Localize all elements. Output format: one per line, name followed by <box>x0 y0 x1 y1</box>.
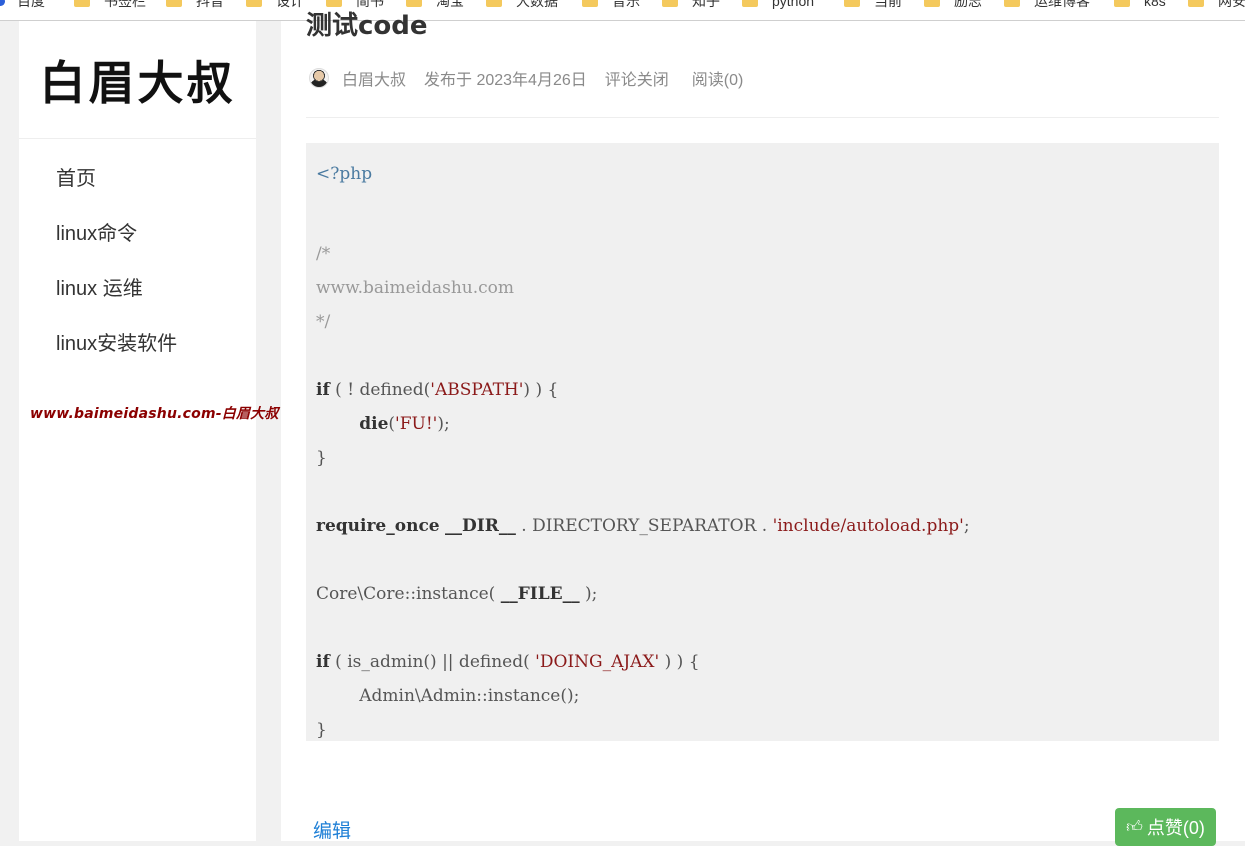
edit-link[interactable]: 编辑 <box>313 816 351 843</box>
code-line: www.baimeidashu.com <box>316 278 515 298</box>
folder-icon <box>844 0 860 7</box>
site-logo[interactable]: 白眉大叔 <box>19 21 256 139</box>
bookmark-folder[interactable]: 书签栏 <box>74 0 146 11</box>
bookmark-folder[interactable]: 当前 <box>844 0 902 11</box>
code-block: <?php /* www.baimeidashu.com */ if ( ! d… <box>306 143 1219 741</box>
thumbs-up-icon: 👍︎ <box>1126 818 1143 836</box>
nav-item-linux-commands[interactable]: linux命令 <box>56 216 177 271</box>
bookmark-baidu[interactable]: 百度 <box>0 0 45 11</box>
author-avatar[interactable] <box>309 68 329 88</box>
folder-icon <box>486 0 502 7</box>
bookmark-folder[interactable]: 大数据 <box>486 0 558 11</box>
post-comments-status: 评论关闭 <box>604 72 669 89</box>
code-line: /* <box>316 244 331 264</box>
bookmark-folder[interactable]: python <box>742 0 814 11</box>
folder-icon <box>1004 0 1020 7</box>
site-watermark: www.baimeidashu.com-白眉大叔 <box>30 406 279 422</box>
folder-icon <box>1188 0 1204 7</box>
folder-icon <box>74 0 90 7</box>
code-line: <?php <box>316 164 373 184</box>
folder-icon <box>166 0 182 7</box>
code-line: require_once __DIR__ . DIRECTORY_SEPARAT… <box>316 516 970 536</box>
nav-item-linux-software[interactable]: linux安装软件 <box>56 326 177 381</box>
post-author[interactable]: 白眉大叔 <box>342 66 406 90</box>
bookmark-folder[interactable]: 网安 <box>1188 0 1245 11</box>
like-button[interactable]: 👍︎ 点赞(0) <box>1115 808 1216 846</box>
folder-icon <box>742 0 758 7</box>
code-line: die('FU!'); <box>359 414 450 434</box>
article-panel: 测试code 白眉大叔 发布于 2023年4月26日 评论关闭 阅读(0) <?… <box>281 11 1245 846</box>
folder-icon <box>924 0 940 7</box>
folder-icon <box>1114 0 1130 7</box>
post-meta: 白眉大叔 发布于 2023年4月26日 评论关闭 阅读(0) <box>309 66 743 90</box>
code-line: } <box>316 448 327 468</box>
code-line: if ( ! defined('ABSPATH') ) { <box>316 380 559 400</box>
code-line: */ <box>316 312 331 332</box>
like-button-label: 点赞(0) <box>1146 818 1205 838</box>
post-title: 测试code <box>306 11 428 41</box>
bookmark-folder[interactable]: 运维博客 <box>1004 0 1090 11</box>
code-line: } <box>316 720 327 740</box>
nav-item-linux-ops[interactable]: linux 运维 <box>56 271 177 326</box>
main-nav: 首页 linux命令 linux 运维 linux安装软件 <box>56 161 177 381</box>
bookmark-folder[interactable]: 音乐 <box>582 0 640 11</box>
folder-icon <box>662 0 678 7</box>
bookmark-folder[interactable]: k8s <box>1114 0 1166 11</box>
bookmarks-bar: 百度 书签栏 抖音 设计 简书 淘宝 大数据 音乐 知乎 python 当前 励… <box>0 0 1245 21</box>
code-line: Core\Core::instance( __FILE__ ); <box>316 584 598 604</box>
bookmark-folder[interactable]: 设计 <box>246 0 304 11</box>
folder-icon <box>582 0 598 7</box>
post-date: 发布于 2023年4月26日 <box>424 72 587 89</box>
bookmark-folder[interactable]: 知乎 <box>662 0 720 11</box>
code-line: Admin\Admin::instance(); <box>359 686 580 706</box>
bookmark-folder[interactable]: 抖音 <box>166 0 224 11</box>
post-read-count: 阅读(0) <box>691 72 744 89</box>
meta-divider <box>306 117 1219 118</box>
nav-item-home[interactable]: 首页 <box>56 161 177 216</box>
code-line: if ( is_admin() || defined( 'DOING_AJAX'… <box>316 652 700 672</box>
bookmark-folder[interactable]: 励志 <box>924 0 982 11</box>
folder-icon <box>246 0 262 7</box>
sidebar: 白眉大叔 首页 linux命令 linux 运维 linux安装软件 www.b… <box>19 21 278 841</box>
baidu-icon <box>0 0 5 6</box>
